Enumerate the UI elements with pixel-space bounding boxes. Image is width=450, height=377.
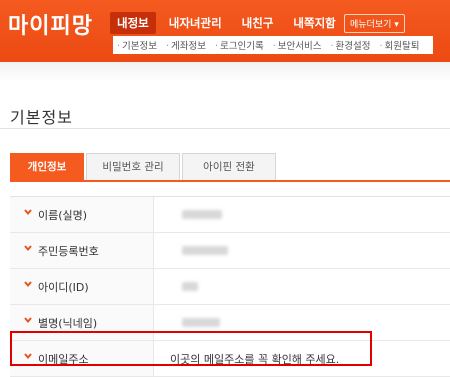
chevron-down-icon xyxy=(24,209,32,216)
email-row-highlight xyxy=(10,331,372,366)
table-row: 이름(실명) xyxy=(10,197,450,233)
subnav-item-login-history[interactable]: 로그인기록 xyxy=(215,38,264,52)
tab-friends[interactable]: 내친구 xyxy=(235,12,281,34)
resident-number-label: 주민등록번호 xyxy=(38,245,99,258)
page-title: 기본정보 xyxy=(10,108,73,127)
site-logo[interactable]: 마이피망 xyxy=(8,8,93,40)
tabs-underline xyxy=(10,180,450,182)
row-label-cell: 주민등록번호 xyxy=(10,233,154,268)
site-header: 마이피망 내정보 내자녀관리 내친구 내쪽지함 메뉴더보기 ▾ 기본정보 게좌정… xyxy=(0,0,450,62)
name-label: 이름(실명) xyxy=(38,209,88,222)
table-row: 주민등록번호 xyxy=(10,233,450,269)
redacted-nickname-value xyxy=(182,318,220,327)
tab-ipin-switch[interactable]: 아이핀 전환 xyxy=(182,153,276,181)
tab-messages[interactable]: 내쪽지함 xyxy=(286,12,342,34)
more-menu-button[interactable]: 메뉴더보기 ▾ xyxy=(344,14,405,33)
tab-my-info[interactable]: 내정보 xyxy=(110,12,156,34)
redacted-name-value xyxy=(182,210,222,219)
header-shadow xyxy=(0,62,450,82)
tab-personal-info[interactable]: 개인정보 xyxy=(10,153,84,181)
redacted-user-id-value xyxy=(182,282,198,291)
tab-password-management[interactable]: 비밀번호 관리 xyxy=(86,153,180,181)
chevron-down-icon xyxy=(24,245,32,252)
row-label-cell: 아이디(ID) xyxy=(10,269,154,304)
subnav-item-withdraw[interactable]: 회원탈퇴 xyxy=(379,38,420,52)
subnav-item-settings[interactable]: 환경설정 xyxy=(330,38,371,52)
title-divider xyxy=(0,128,450,129)
top-nav: 내정보 내자녀관리 내친구 내쪽지함 xyxy=(110,12,349,34)
info-tabs: 개인정보 비밀번호 관리 아이핀 전환 xyxy=(10,153,450,181)
subnav-item-account-info[interactable]: 게좌정보 xyxy=(166,38,206,52)
chevron-down-icon xyxy=(24,281,32,288)
nickname-label: 별명(닉네임) xyxy=(38,317,98,330)
subnav-item-security[interactable]: 보안서비스 xyxy=(273,38,322,52)
tab-child-management[interactable]: 내자녀관리 xyxy=(162,12,229,34)
chevron-down-icon xyxy=(24,317,32,324)
user-id-label: 아이디(ID) xyxy=(38,281,89,294)
table-row: 아이디(ID) xyxy=(10,269,450,305)
subnav-item-basic-info[interactable]: 기본정보 xyxy=(117,38,157,52)
redacted-resident-number-value xyxy=(182,246,228,255)
row-label-cell: 이름(실명) xyxy=(10,197,154,232)
sub-nav: 기본정보 게좌정보 로그인기록 보안서비스 환경설정 회원탈퇴 xyxy=(113,36,433,54)
